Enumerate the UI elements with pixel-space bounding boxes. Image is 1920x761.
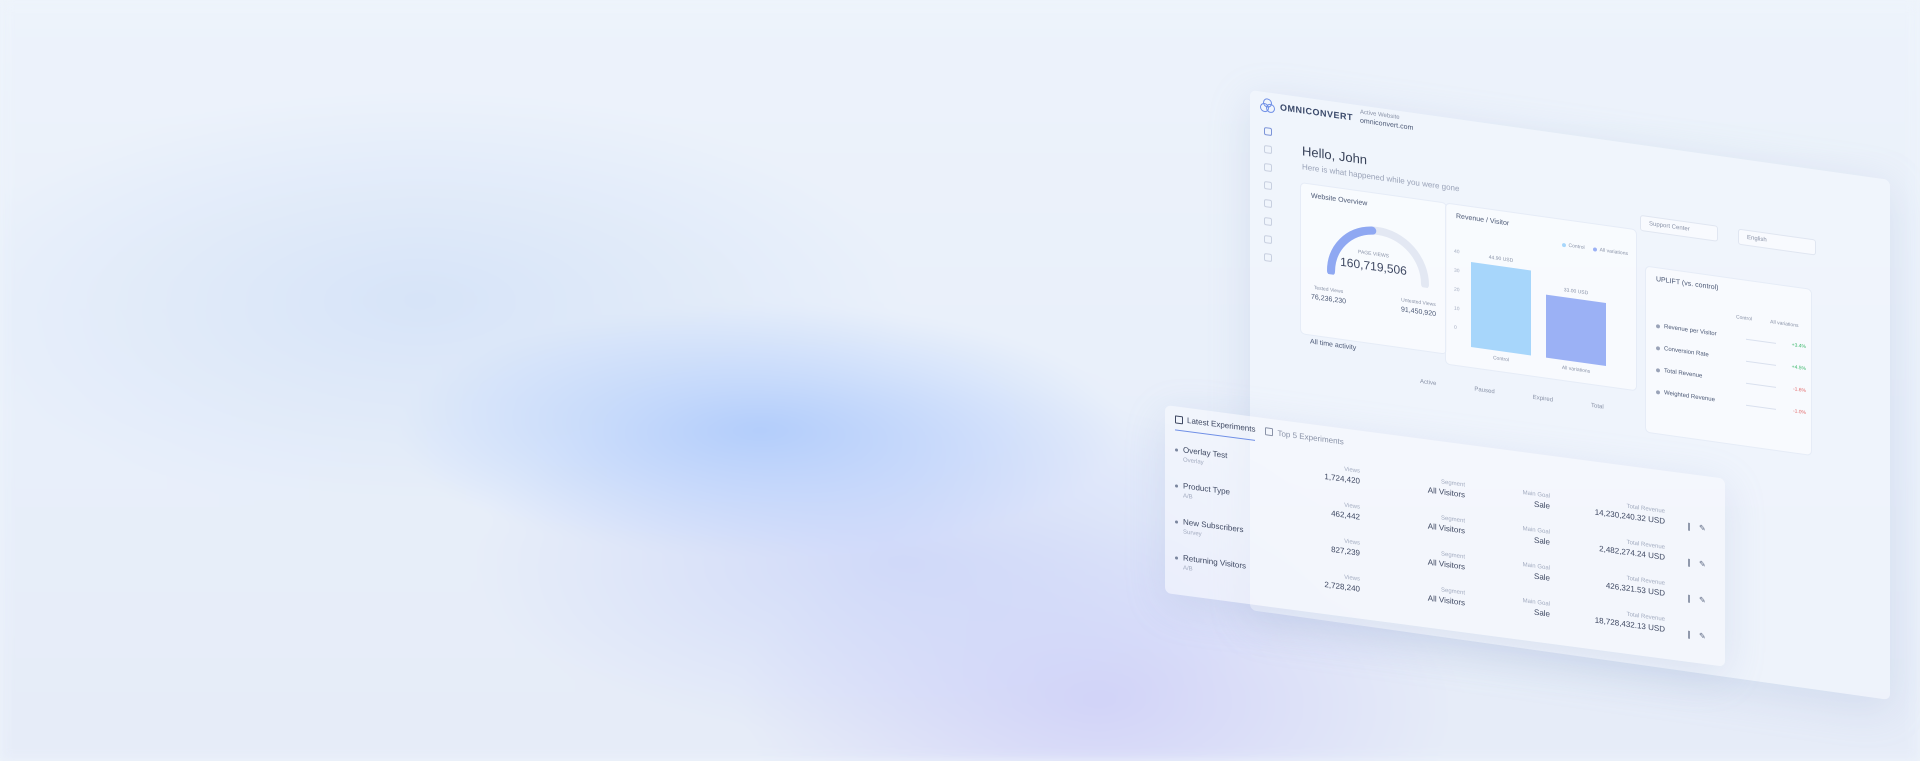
uplift-row: Conversion Rate +4.5% <box>1656 345 1806 372</box>
control-line <box>1746 404 1776 410</box>
language-dropdown[interactable]: English <box>1738 228 1816 256</box>
row-actions: ∥ ✎ <box>1687 594 1706 605</box>
activity-column-label: Paused <box>1474 386 1495 396</box>
brand-name: OMNICONVERT <box>1280 102 1353 123</box>
website-overview-card: Website Overview PAGE VIEWS 160,719,506 … <box>1300 182 1447 355</box>
tab-latest-experiments[interactable]: Latest Experiments <box>1175 414 1256 441</box>
metric-icon <box>1656 324 1660 329</box>
uplift-percent: -1.0% <box>1792 408 1806 417</box>
uplift-control-col: Control <box>1736 314 1753 323</box>
surveys-icon[interactable] <box>1264 216 1272 227</box>
activity-column-label: Total <box>1591 402 1604 411</box>
uplift-title: UPLIFT (vs. control) <box>1656 276 1719 292</box>
revenue-bar <box>1471 261 1531 356</box>
y-tick: 40 <box>1454 248 1460 256</box>
activity-column-label: Expired <box>1532 394 1554 404</box>
revenue-title: Revenue / Visitor <box>1456 212 1510 228</box>
uplift-metric-name: Total Revenue <box>1664 368 1703 380</box>
uplift-header: Control All variations <box>1736 314 1798 329</box>
uplift-row: Weighted Revenue -1.0% <box>1656 389 1806 416</box>
y-tick: 30 <box>1454 267 1460 275</box>
control-line <box>1746 338 1776 344</box>
edit-icon[interactable]: ✎ <box>1699 559 1706 569</box>
uplift-card: UPLIFT (vs. control) Control All variati… <box>1645 265 1812 456</box>
metric-icon <box>1656 368 1660 373</box>
edit-icon[interactable]: ✎ <box>1699 595 1706 605</box>
uplift-percent: +4.5% <box>1791 364 1806 373</box>
omniconvert-logo-icon <box>1260 97 1275 114</box>
segments-icon[interactable] <box>1264 180 1272 191</box>
revenue-bar <box>1546 294 1606 367</box>
bullet-icon <box>1175 520 1178 524</box>
goals-icon[interactable] <box>1264 198 1272 209</box>
views-split: Tested Views 76,236,230 Untested Views 9… <box>1311 285 1436 318</box>
untested-views: Untested Views 91,450,920 <box>1401 297 1436 318</box>
active-website-selector[interactable]: Active Website omniconvert.com <box>1360 109 1413 131</box>
tab-top-label: Top 5 Experiments <box>1277 428 1344 447</box>
y-tick: 20 <box>1454 286 1460 294</box>
uplift-percent: +3.4% <box>1791 342 1806 351</box>
control-line <box>1746 360 1776 366</box>
edit-icon[interactable]: ✎ <box>1699 631 1706 641</box>
uplift-metric-name: Revenue per Visitor <box>1664 324 1717 338</box>
revenue-y-axis: 40 30 20 10 0 <box>1454 243 1460 339</box>
help-icon[interactable] <box>1264 252 1272 263</box>
bullet-icon <box>1175 484 1178 488</box>
experiments-icon[interactable] <box>1264 144 1272 155</box>
untested-views-value: 91,450,920 <box>1400 306 1436 319</box>
dashboard-icon[interactable] <box>1264 126 1272 137</box>
experiment-type: A/B <box>1183 493 1193 501</box>
tab-latest-label: Latest Experiments <box>1187 415 1256 434</box>
row-actions: ∥ ✎ <box>1687 630 1706 641</box>
uplift-percent: -1.6% <box>1792 386 1806 395</box>
metric-icon <box>1656 390 1660 395</box>
y-tick: 0 <box>1454 324 1457 332</box>
row-actions: ∥ ✎ <box>1687 522 1706 533</box>
uplift-metric-name: Conversion Rate <box>1664 346 1709 359</box>
chart-icon[interactable]: ∥ <box>1687 594 1691 604</box>
control-line <box>1746 382 1776 388</box>
tested-views: Tested Views 76,236,230 <box>1311 285 1346 306</box>
metric-icon <box>1656 346 1660 351</box>
legend-control-label: Control <box>1568 242 1585 252</box>
edit-icon[interactable]: ✎ <box>1699 523 1706 533</box>
tab-top-experiments[interactable]: Top 5 Experiments <box>1265 426 1344 452</box>
experiment-total-revenue: Total Revenue 14,230,240.32 USD <box>1570 496 1665 526</box>
uplift-variations-col: All variations <box>1770 319 1799 330</box>
experiment-segment: Segment All Visitors <box>1405 475 1465 499</box>
trophy-icon <box>1265 427 1274 437</box>
bullet-icon <box>1175 448 1178 452</box>
uplift-row: Total Revenue -1.6% <box>1656 367 1806 394</box>
revenue-per-visitor-card: Revenue / Visitor Control All variations… <box>1445 202 1637 392</box>
sidebar <box>1260 126 1276 272</box>
chart-icon[interactable]: ∥ <box>1687 630 1691 640</box>
activity-status-columns: Active Paused Expired Total <box>1420 379 1604 411</box>
tested-views-value: 76,236,230 <box>1311 293 1347 306</box>
experiment-type: Survey <box>1183 529 1202 538</box>
activity-column-label: Active <box>1420 378 1437 388</box>
list-icon <box>1175 414 1183 424</box>
reports-icon[interactable] <box>1264 162 1272 173</box>
support-center-dropdown[interactable]: Support Center <box>1640 214 1718 242</box>
y-tick: 10 <box>1454 305 1460 313</box>
top-controls: Support Center English <box>1640 214 1816 256</box>
experiment-type: Overlay <box>1183 457 1204 467</box>
experiment-main-goal: Main Goal Sale <box>1505 488 1550 511</box>
experiment-views: Views 1,724,420 <box>1315 463 1360 486</box>
experiment-type: A/B <box>1183 565 1193 573</box>
uplift-metric-name: Weighted Revenue <box>1664 390 1715 404</box>
chart-icon[interactable]: ∥ <box>1687 522 1691 532</box>
settings-icon[interactable] <box>1264 234 1272 245</box>
row-actions: ∥ ✎ <box>1687 558 1706 569</box>
chart-icon[interactable]: ∥ <box>1687 558 1691 568</box>
bullet-icon <box>1175 556 1178 560</box>
